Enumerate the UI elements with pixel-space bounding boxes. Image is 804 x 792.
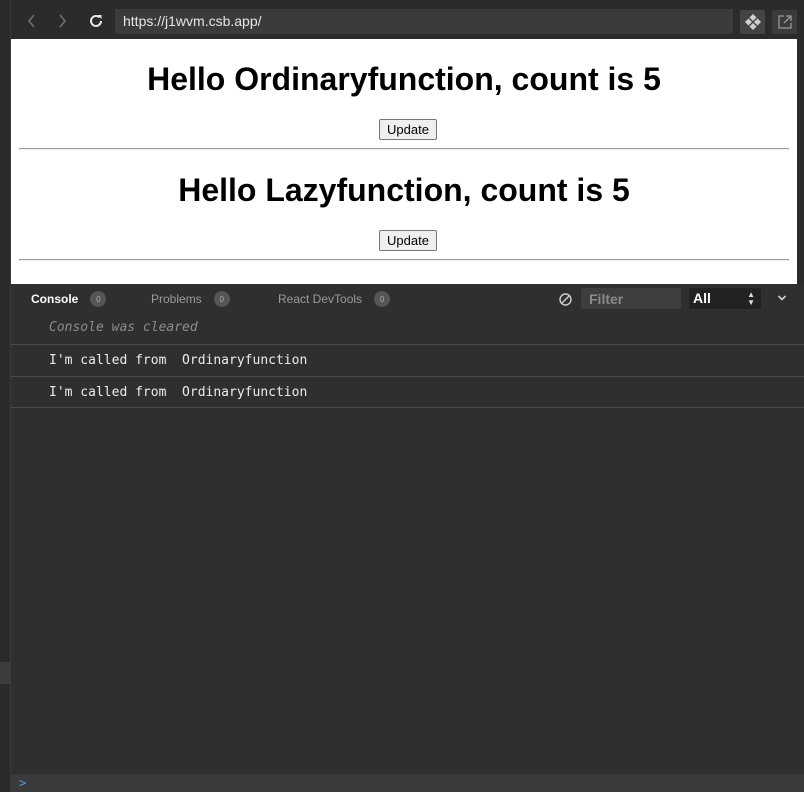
filter-input[interactable]: [581, 288, 681, 309]
forward-button[interactable]: [51, 10, 73, 32]
codesandbox-icon: [744, 14, 761, 30]
codesandbox-button[interactable]: [740, 10, 765, 34]
lazy-function-heading: Hello Lazyfunction, count is 5: [178, 172, 630, 208]
browser-toolbar: https://j1wvm.csb.app/: [11, 0, 804, 39]
prompt-chevron-icon: >: [19, 776, 27, 790]
tab-label: Console: [31, 292, 79, 306]
chevron-left-icon: [27, 14, 35, 28]
tab-label: React DevTools: [278, 292, 363, 306]
update-lazy-button[interactable]: Update: [379, 230, 437, 251]
tab-count-badge: 0: [213, 291, 230, 307]
chevron-down-icon[interactable]: [775, 291, 789, 305]
console-cleared-message: Console was cleared: [49, 320, 198, 335]
tab-problems[interactable]: Problems 0: [151, 284, 230, 314]
log-level-value: All: [693, 290, 711, 306]
back-button[interactable]: [21, 10, 43, 32]
console-tab-bar: Console 0 Problems 0 React DevTools 0 Al…: [11, 284, 804, 314]
reload-icon: [90, 14, 102, 27]
open-new-window-button[interactable]: [772, 10, 797, 34]
gutter-marker: [0, 662, 11, 684]
app-preview: Hello Ordinaryfunction, count is 5 Updat…: [11, 39, 797, 284]
log-level-select[interactable]: All ▲ ▼: [689, 288, 761, 309]
select-arrows-icon: ▲ ▼: [747, 290, 755, 307]
tab-react-devtools[interactable]: React DevTools 0: [278, 284, 391, 314]
tab-label: Problems: [151, 292, 202, 306]
console-log-line: I'm called from Ordinaryfunction: [11, 344, 804, 376]
chevron-right-icon: [59, 14, 67, 28]
divider: [19, 259, 789, 261]
tab-count-badge: 0: [90, 291, 107, 307]
console-log-line: I'm called from Ordinaryfunction: [11, 376, 804, 408]
reload-button[interactable]: [85, 10, 107, 32]
clear-console-icon[interactable]: [558, 292, 573, 307]
tab-count-badge: 0: [374, 291, 391, 307]
tab-console[interactable]: Console 0: [31, 284, 107, 314]
ordinary-function-heading: Hello Ordinaryfunction, count is 5: [147, 61, 661, 97]
console-input[interactable]: >: [11, 774, 804, 792]
divider: [19, 148, 789, 150]
url-bar[interactable]: https://j1wvm.csb.app/: [115, 9, 733, 34]
console-panel: Console 0 Problems 0 React DevTools 0 Al…: [11, 284, 804, 792]
editor-gutter: [0, 0, 11, 792]
update-ordinary-button[interactable]: Update: [379, 119, 437, 140]
open-in-new-window-icon: [777, 15, 792, 29]
